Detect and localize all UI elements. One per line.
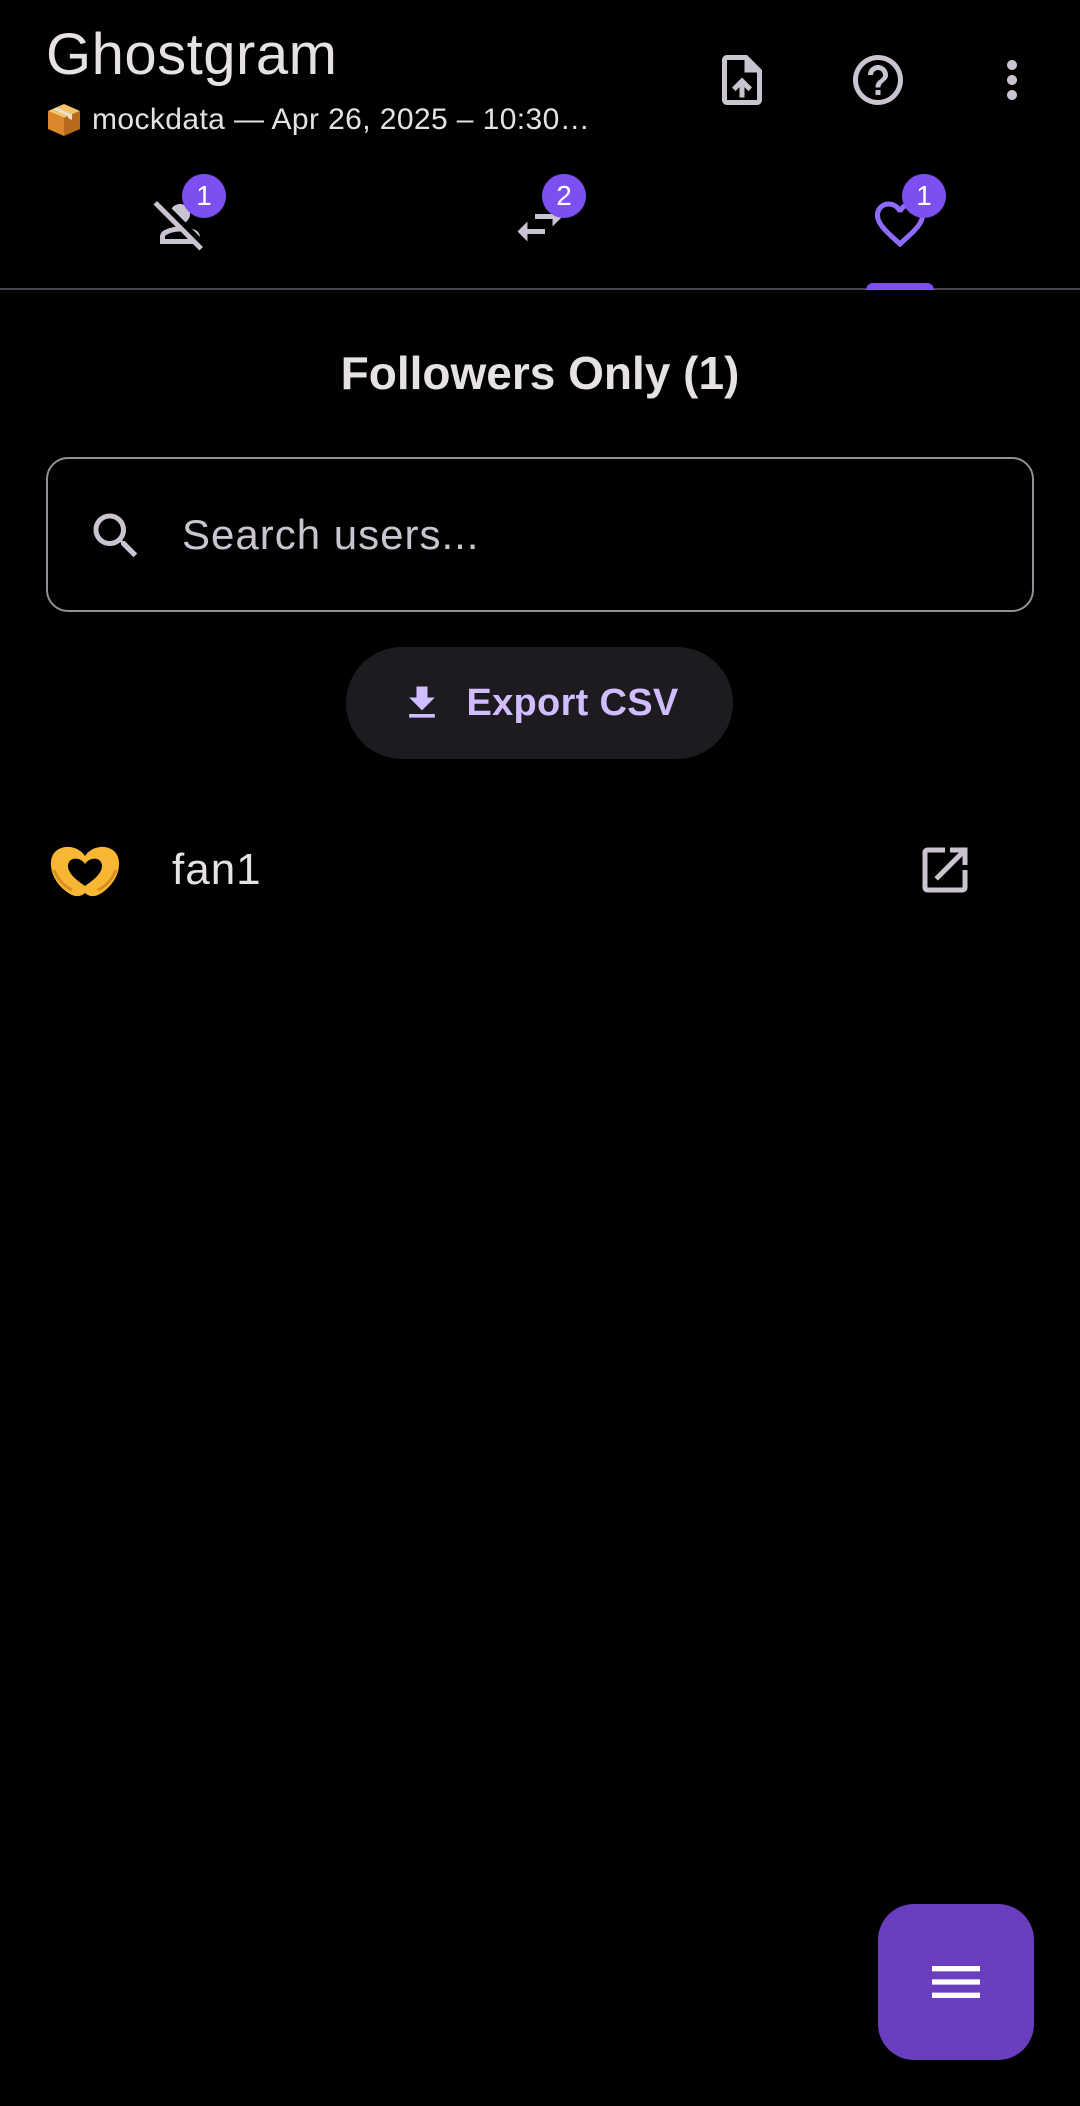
tab-icon-wrap: 1 xyxy=(150,174,226,254)
search-icon xyxy=(93,513,138,558)
download-icon xyxy=(409,686,436,718)
more-options-button[interactable] xyxy=(970,38,1054,122)
data-source-subtitle: mockdata — Apr 26, 2025 – 10:30… xyxy=(46,100,646,140)
menu-fab-button[interactable] xyxy=(878,1904,1034,2060)
export-csv-label: Export CSV xyxy=(466,681,679,724)
selected-tab-indicator xyxy=(866,283,934,290)
open-in-new-icon xyxy=(922,847,968,893)
username: fan1 xyxy=(172,845,262,894)
section-title: Followers Only (1) xyxy=(340,347,740,399)
import-file-button[interactable] xyxy=(700,38,784,122)
list-item[interactable]: fan1 xyxy=(0,810,1080,930)
app-bar: Ghostgram mockdata — Apr 26, 2025 – 10:3… xyxy=(0,0,1080,160)
export-csv-button[interactable]: Export CSV xyxy=(346,647,733,759)
subtitle-text: mockdata — Apr 26, 2025 – 10:30… xyxy=(92,103,591,136)
help-icon xyxy=(853,55,903,105)
help-button[interactable] xyxy=(836,38,920,122)
app-title: Ghostgram xyxy=(46,22,338,87)
tab-icon-wrap: 1 xyxy=(870,174,946,254)
tab-not-following-back[interactable]: 1 xyxy=(0,160,360,288)
open-profile-button[interactable] xyxy=(905,830,985,910)
tab-badge: 1 xyxy=(902,174,946,218)
tab-bar: 1 2 1 xyxy=(0,160,1080,290)
tab-badge: 2 xyxy=(542,174,586,218)
tab-icon-wrap: 2 xyxy=(510,174,586,254)
tab-badge: 1 xyxy=(182,174,226,218)
search-input[interactable] xyxy=(182,459,1002,610)
more-vert-icon xyxy=(1007,60,1017,100)
package-icon xyxy=(48,104,80,136)
upload-file-icon xyxy=(722,55,762,105)
tab-mutual[interactable]: 2 xyxy=(360,160,720,288)
heart-hands-emoji-icon xyxy=(50,846,120,897)
tab-followers-only[interactable]: 1 xyxy=(720,160,1080,288)
search-field[interactable] xyxy=(46,457,1034,612)
menu-icon xyxy=(932,1966,980,1998)
